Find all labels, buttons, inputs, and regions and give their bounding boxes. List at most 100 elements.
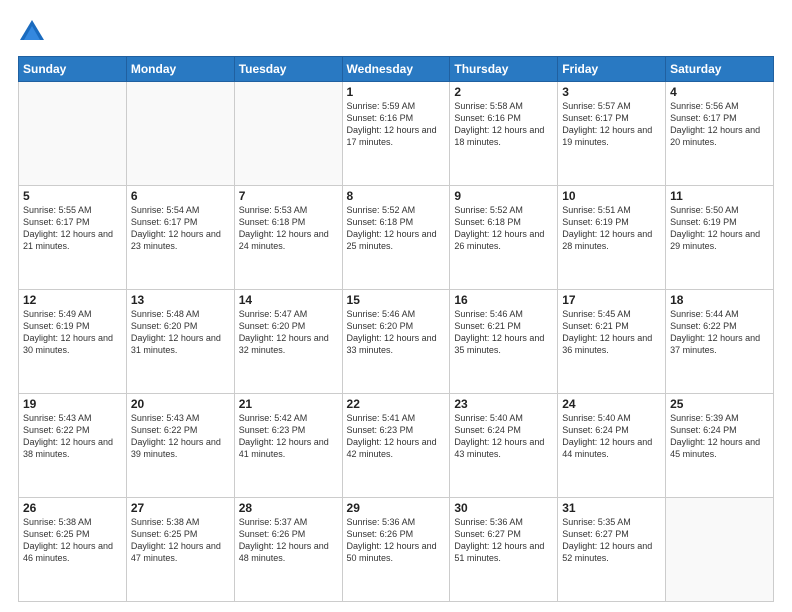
day-info: Sunrise: 5:47 AM Sunset: 6:20 PM Dayligh…: [239, 308, 338, 357]
day-info: Sunrise: 5:36 AM Sunset: 6:27 PM Dayligh…: [454, 516, 553, 565]
day-cell: [19, 82, 127, 186]
day-number: 2: [454, 85, 553, 99]
page: SundayMondayTuesdayWednesdayThursdayFrid…: [0, 0, 792, 612]
day-number: 20: [131, 397, 230, 411]
logo-icon: [18, 18, 46, 46]
day-cell: 11Sunrise: 5:50 AM Sunset: 6:19 PM Dayli…: [666, 186, 774, 290]
day-cell: 25Sunrise: 5:39 AM Sunset: 6:24 PM Dayli…: [666, 394, 774, 498]
day-cell: 14Sunrise: 5:47 AM Sunset: 6:20 PM Dayli…: [234, 290, 342, 394]
day-number: 7: [239, 189, 338, 203]
day-info: Sunrise: 5:51 AM Sunset: 6:19 PM Dayligh…: [562, 204, 661, 253]
day-number: 30: [454, 501, 553, 515]
day-cell: 28Sunrise: 5:37 AM Sunset: 6:26 PM Dayli…: [234, 498, 342, 602]
day-info: Sunrise: 5:37 AM Sunset: 6:26 PM Dayligh…: [239, 516, 338, 565]
day-info: Sunrise: 5:53 AM Sunset: 6:18 PM Dayligh…: [239, 204, 338, 253]
day-number: 26: [23, 501, 122, 515]
day-info: Sunrise: 5:55 AM Sunset: 6:17 PM Dayligh…: [23, 204, 122, 253]
day-number: 8: [347, 189, 446, 203]
day-info: Sunrise: 5:52 AM Sunset: 6:18 PM Dayligh…: [454, 204, 553, 253]
day-cell: 5Sunrise: 5:55 AM Sunset: 6:17 PM Daylig…: [19, 186, 127, 290]
day-cell: 22Sunrise: 5:41 AM Sunset: 6:23 PM Dayli…: [342, 394, 450, 498]
day-info: Sunrise: 5:58 AM Sunset: 6:16 PM Dayligh…: [454, 100, 553, 149]
day-info: Sunrise: 5:46 AM Sunset: 6:21 PM Dayligh…: [454, 308, 553, 357]
day-number: 12: [23, 293, 122, 307]
day-number: 31: [562, 501, 661, 515]
day-info: Sunrise: 5:54 AM Sunset: 6:17 PM Dayligh…: [131, 204, 230, 253]
day-number: 27: [131, 501, 230, 515]
day-number: 11: [670, 189, 769, 203]
day-info: Sunrise: 5:59 AM Sunset: 6:16 PM Dayligh…: [347, 100, 446, 149]
day-number: 29: [347, 501, 446, 515]
day-number: 25: [670, 397, 769, 411]
day-cell: 10Sunrise: 5:51 AM Sunset: 6:19 PM Dayli…: [558, 186, 666, 290]
day-info: Sunrise: 5:39 AM Sunset: 6:24 PM Dayligh…: [670, 412, 769, 461]
day-cell: 13Sunrise: 5:48 AM Sunset: 6:20 PM Dayli…: [126, 290, 234, 394]
day-info: Sunrise: 5:38 AM Sunset: 6:25 PM Dayligh…: [23, 516, 122, 565]
day-cell: [126, 82, 234, 186]
day-cell: 15Sunrise: 5:46 AM Sunset: 6:20 PM Dayli…: [342, 290, 450, 394]
day-cell: 2Sunrise: 5:58 AM Sunset: 6:16 PM Daylig…: [450, 82, 558, 186]
day-cell: 19Sunrise: 5:43 AM Sunset: 6:22 PM Dayli…: [19, 394, 127, 498]
day-info: Sunrise: 5:41 AM Sunset: 6:23 PM Dayligh…: [347, 412, 446, 461]
header: [18, 18, 774, 46]
day-cell: 17Sunrise: 5:45 AM Sunset: 6:21 PM Dayli…: [558, 290, 666, 394]
day-number: 24: [562, 397, 661, 411]
day-info: Sunrise: 5:50 AM Sunset: 6:19 PM Dayligh…: [670, 204, 769, 253]
col-header-friday: Friday: [558, 57, 666, 82]
day-number: 4: [670, 85, 769, 99]
day-number: 22: [347, 397, 446, 411]
day-cell: 24Sunrise: 5:40 AM Sunset: 6:24 PM Dayli…: [558, 394, 666, 498]
col-header-wednesday: Wednesday: [342, 57, 450, 82]
day-cell: 8Sunrise: 5:52 AM Sunset: 6:18 PM Daylig…: [342, 186, 450, 290]
calendar-table: SundayMondayTuesdayWednesdayThursdayFrid…: [18, 56, 774, 602]
day-cell: 4Sunrise: 5:56 AM Sunset: 6:17 PM Daylig…: [666, 82, 774, 186]
col-header-thursday: Thursday: [450, 57, 558, 82]
col-header-tuesday: Tuesday: [234, 57, 342, 82]
day-number: 21: [239, 397, 338, 411]
day-number: 1: [347, 85, 446, 99]
day-number: 9: [454, 189, 553, 203]
day-info: Sunrise: 5:49 AM Sunset: 6:19 PM Dayligh…: [23, 308, 122, 357]
day-number: 23: [454, 397, 553, 411]
day-info: Sunrise: 5:40 AM Sunset: 6:24 PM Dayligh…: [454, 412, 553, 461]
col-header-sunday: Sunday: [19, 57, 127, 82]
day-number: 28: [239, 501, 338, 515]
day-cell: 6Sunrise: 5:54 AM Sunset: 6:17 PM Daylig…: [126, 186, 234, 290]
day-info: Sunrise: 5:40 AM Sunset: 6:24 PM Dayligh…: [562, 412, 661, 461]
day-info: Sunrise: 5:43 AM Sunset: 6:22 PM Dayligh…: [131, 412, 230, 461]
week-row-3: 12Sunrise: 5:49 AM Sunset: 6:19 PM Dayli…: [19, 290, 774, 394]
day-cell: 27Sunrise: 5:38 AM Sunset: 6:25 PM Dayli…: [126, 498, 234, 602]
day-cell: 31Sunrise: 5:35 AM Sunset: 6:27 PM Dayli…: [558, 498, 666, 602]
day-number: 18: [670, 293, 769, 307]
day-info: Sunrise: 5:43 AM Sunset: 6:22 PM Dayligh…: [23, 412, 122, 461]
day-cell: 16Sunrise: 5:46 AM Sunset: 6:21 PM Dayli…: [450, 290, 558, 394]
day-number: 5: [23, 189, 122, 203]
day-cell: 29Sunrise: 5:36 AM Sunset: 6:26 PM Dayli…: [342, 498, 450, 602]
day-cell: 12Sunrise: 5:49 AM Sunset: 6:19 PM Dayli…: [19, 290, 127, 394]
week-row-5: 26Sunrise: 5:38 AM Sunset: 6:25 PM Dayli…: [19, 498, 774, 602]
day-cell: 3Sunrise: 5:57 AM Sunset: 6:17 PM Daylig…: [558, 82, 666, 186]
col-header-saturday: Saturday: [666, 57, 774, 82]
day-info: Sunrise: 5:38 AM Sunset: 6:25 PM Dayligh…: [131, 516, 230, 565]
col-header-monday: Monday: [126, 57, 234, 82]
day-info: Sunrise: 5:56 AM Sunset: 6:17 PM Dayligh…: [670, 100, 769, 149]
day-cell: [234, 82, 342, 186]
day-number: 14: [239, 293, 338, 307]
day-number: 3: [562, 85, 661, 99]
day-info: Sunrise: 5:36 AM Sunset: 6:26 PM Dayligh…: [347, 516, 446, 565]
week-row-4: 19Sunrise: 5:43 AM Sunset: 6:22 PM Dayli…: [19, 394, 774, 498]
day-number: 10: [562, 189, 661, 203]
day-number: 19: [23, 397, 122, 411]
week-row-2: 5Sunrise: 5:55 AM Sunset: 6:17 PM Daylig…: [19, 186, 774, 290]
day-number: 6: [131, 189, 230, 203]
day-cell: 20Sunrise: 5:43 AM Sunset: 6:22 PM Dayli…: [126, 394, 234, 498]
day-cell: 21Sunrise: 5:42 AM Sunset: 6:23 PM Dayli…: [234, 394, 342, 498]
day-number: 16: [454, 293, 553, 307]
day-cell: 26Sunrise: 5:38 AM Sunset: 6:25 PM Dayli…: [19, 498, 127, 602]
day-cell: 1Sunrise: 5:59 AM Sunset: 6:16 PM Daylig…: [342, 82, 450, 186]
day-info: Sunrise: 5:52 AM Sunset: 6:18 PM Dayligh…: [347, 204, 446, 253]
day-cell: 18Sunrise: 5:44 AM Sunset: 6:22 PM Dayli…: [666, 290, 774, 394]
day-cell: 9Sunrise: 5:52 AM Sunset: 6:18 PM Daylig…: [450, 186, 558, 290]
day-info: Sunrise: 5:35 AM Sunset: 6:27 PM Dayligh…: [562, 516, 661, 565]
day-info: Sunrise: 5:42 AM Sunset: 6:23 PM Dayligh…: [239, 412, 338, 461]
